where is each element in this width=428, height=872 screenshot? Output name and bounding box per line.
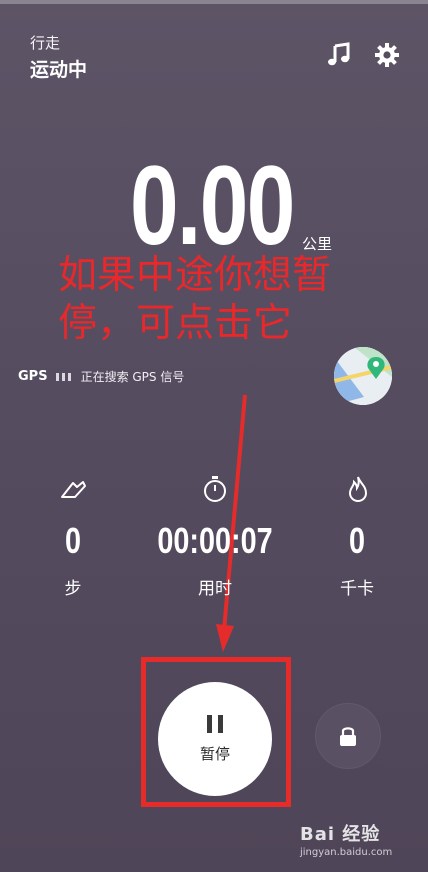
calories-label: 千卡: [340, 579, 374, 599]
gps-status-row: GPS 正在搜索 GPS 信号: [18, 368, 184, 385]
gps-status-text: 正在搜索 GPS 信号: [80, 370, 185, 384]
map-pin-icon: [334, 347, 392, 405]
flame-icon: [348, 476, 368, 503]
duration-stat-icon: [200, 474, 230, 504]
lock-icon: [340, 727, 356, 746]
watermark: Bai 经验 jingyan.baidu.com: [300, 820, 392, 858]
steps-stat-icon: [58, 474, 88, 504]
duration-label: 用时: [198, 579, 232, 599]
shoe-icon: [61, 481, 86, 498]
gps-signal-icon: [55, 372, 71, 381]
watermark-logo: Bai 经验: [300, 824, 381, 845]
steps-value: 0: [64, 520, 82, 561]
calories-stat-icon: [343, 474, 373, 504]
lock-button[interactable]: [315, 703, 381, 769]
calories-value: 0: [348, 520, 366, 561]
duration-value: 00:00:07: [157, 520, 273, 561]
map-button[interactable]: [334, 347, 392, 405]
watermark-url: jingyan.baidu.com: [300, 847, 393, 858]
gps-label: GPS: [18, 369, 48, 384]
pause-icon: [207, 714, 223, 733]
pause-label: 暂停: [199, 744, 230, 763]
pause-button[interactable]: 暂停: [158, 682, 272, 796]
stopwatch-icon: [204, 476, 226, 502]
steps-label: 步: [64, 579, 82, 599]
